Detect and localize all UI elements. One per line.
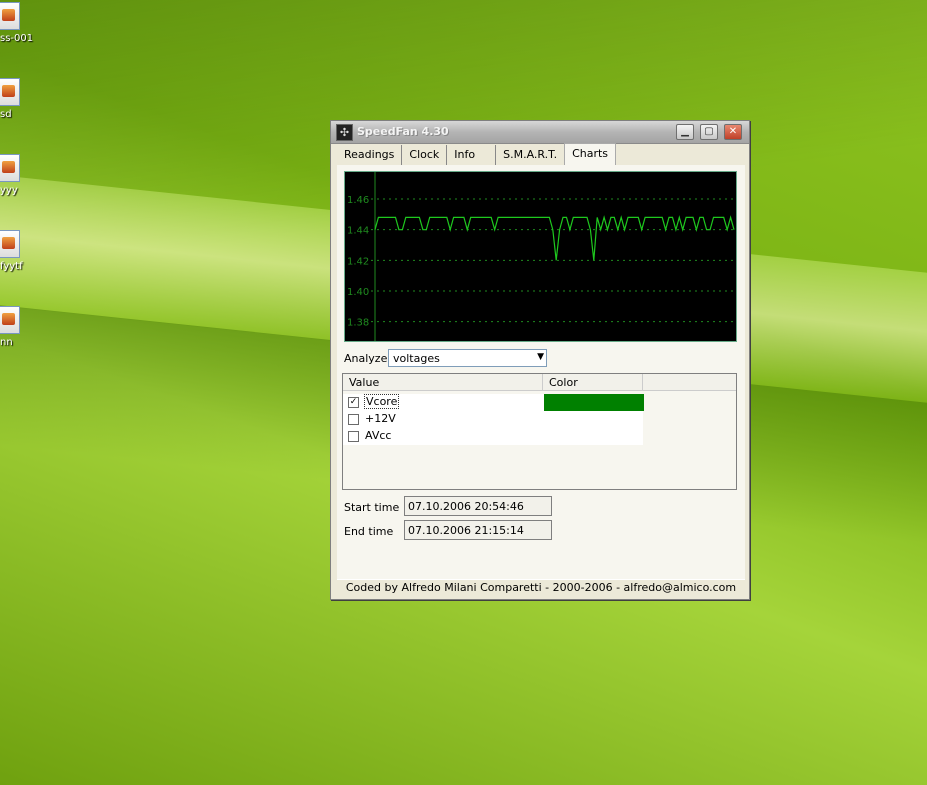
color-swatch[interactable] <box>544 394 644 411</box>
chart-canvas: 1.46 1.44 1.42 1.40 1.38 <box>347 172 735 341</box>
chart-y-tick-label: 1.38 <box>347 318 369 329</box>
desktop-icon-sd[interactable]: sd <box>0 78 40 120</box>
start-time-field[interactable]: 07.10.2006 20:54:46 <box>404 496 552 516</box>
maximize-button[interactable]: ▢ <box>700 124 718 140</box>
list-item[interactable]: AVcc <box>343 428 736 445</box>
list-item[interactable]: ✓ Vcore <box>343 394 736 411</box>
desktop-icon-nn[interactable]: nn <box>0 306 40 348</box>
end-time-label: End time <box>344 525 394 538</box>
speedfan-app-icon[interactable]: ✣ <box>336 124 353 141</box>
tab-info[interactable]: Info <box>447 145 497 165</box>
close-button[interactable]: ✕ <box>724 124 742 140</box>
end-time-field[interactable]: 07.10.2006 21:15:14 <box>404 520 552 540</box>
picture-file-icon <box>0 154 20 182</box>
chart-y-tick-label: 1.44 <box>347 226 369 237</box>
chevron-down-icon[interactable]: ▼ <box>537 352 544 362</box>
start-time-label: Start time <box>344 501 400 514</box>
chart-series-line-vcore <box>374 215 735 261</box>
credits-footer: Coded by Alfredo Milani Comparetti - 200… <box>337 579 745 595</box>
chart-y-tick-label: 1.46 <box>347 195 369 206</box>
analyze-label: Analyze <box>344 352 388 365</box>
sensor-name: AVcc <box>365 429 392 442</box>
desktop-icon-label: ss-001 <box>0 33 34 44</box>
desktop-icon-ss-001[interactable]: ss-001 <box>0 2 40 44</box>
tab-readings[interactable]: Readings <box>337 145 403 165</box>
minimize-button[interactable]: ▁ <box>676 124 694 140</box>
desktop-icon-label: fyytf <box>0 261 23 272</box>
listview-header: Value Color <box>343 374 736 391</box>
desktop-icon-label: yyy <box>0 185 18 196</box>
avcc-checkbox[interactable] <box>348 431 359 442</box>
desktop-icon-yyy[interactable]: yyy <box>0 154 40 196</box>
tab-clock[interactable]: Clock <box>402 145 448 165</box>
charts-panel: 1.46 1.44 1.42 1.40 1.38 Analyze voltages ▼ … <box>337 165 745 579</box>
picture-file-icon <box>0 306 20 334</box>
chart-y-tick-label: 1.42 <box>347 256 369 267</box>
analyze-select[interactable]: voltages ▼ <box>388 349 547 367</box>
voltage-chart: 1.46 1.44 1.42 1.40 1.38 <box>344 171 737 342</box>
picture-file-icon <box>0 2 20 30</box>
vcore-checkbox[interactable]: ✓ <box>348 397 359 408</box>
sensor-name: Vcore <box>364 394 400 409</box>
desktop-icon-label: nn <box>0 337 13 348</box>
tab-smart[interactable]: S.M.A.R.T. <box>496 145 564 165</box>
window-title: SpeedFan 4.30 <box>357 125 449 138</box>
column-header-color[interactable]: Color <box>543 374 643 390</box>
12v-checkbox[interactable] <box>348 414 359 425</box>
picture-file-icon <box>0 230 20 258</box>
list-item[interactable]: +12V <box>343 411 736 428</box>
column-header-value[interactable]: Value <box>343 374 543 390</box>
picture-file-icon <box>0 78 20 106</box>
desktop-icon-fyytf[interactable]: fyytf <box>0 230 40 272</box>
analyze-select-value: voltages <box>393 352 440 365</box>
speedfan-window: ✣ SpeedFan 4.30 ▁ ▢ ✕ Readings Clock Inf… <box>330 120 750 600</box>
sensor-listview: Value Color ✓ Vcore +12V AVcc <box>342 373 737 490</box>
chart-y-tick-label: 1.40 <box>347 287 369 298</box>
desktop-icon-label: sd <box>0 109 12 120</box>
tab-strip: Readings Clock Info S.M.A.R.T. Charts <box>337 143 745 168</box>
sensor-name: +12V <box>365 412 396 425</box>
title-bar[interactable]: ✣ SpeedFan 4.30 ▁ ▢ ✕ <box>331 121 749 144</box>
